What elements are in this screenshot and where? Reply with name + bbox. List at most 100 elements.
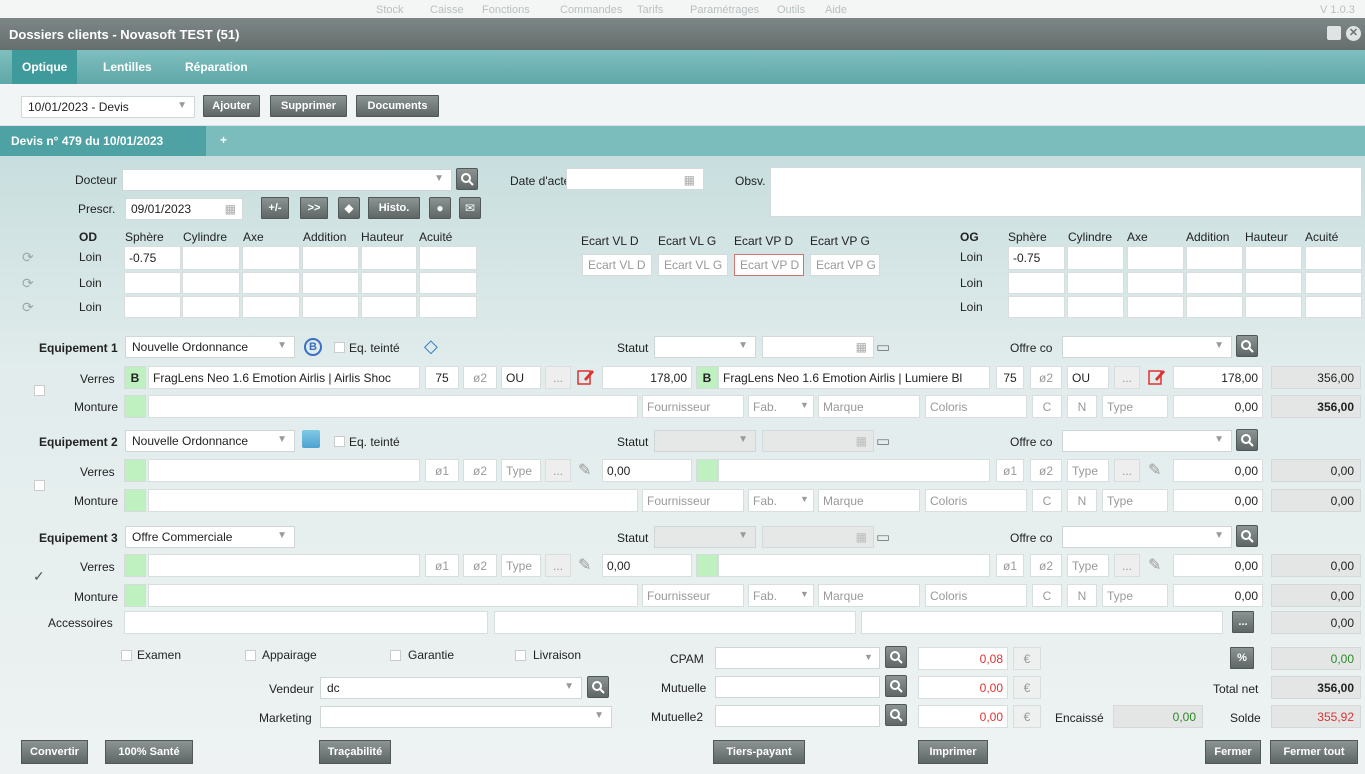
tab-devis-479[interactable]: Devis n° 479 du 10/01/2023 <box>0 126 206 156</box>
menu-tarifs[interactable]: Tarifs <box>637 4 663 16</box>
od-d1[interactable]: ø1 <box>425 554 459 577</box>
equip1-od-more[interactable]: ... <box>545 366 571 389</box>
equip1-od-price[interactable]: 178,00 <box>602 366 692 389</box>
og-acuite-input[interactable] <box>1305 246 1362 270</box>
od-hauteur-input[interactable] <box>361 272 417 294</box>
og-more[interactable]: ... <box>1114 459 1140 482</box>
od-type[interactable]: Type <box>501 554 541 577</box>
od-cylindre-input[interactable] <box>182 246 240 270</box>
fournisseur-input[interactable]: Fournisseur <box>642 489 744 512</box>
tab-optique[interactable]: Optique <box>12 50 78 84</box>
menu-outils[interactable]: Outils <box>777 4 805 16</box>
equip2-offre-select[interactable]: ▼ <box>1062 430 1232 452</box>
equip1-date-input[interactable]: ▦ <box>762 336 874 358</box>
n-input[interactable]: N <box>1067 489 1097 512</box>
menu-commandes[interactable]: Commandes <box>560 4 622 16</box>
equip1-offre-select[interactable]: ▼ <box>1062 336 1232 358</box>
og-addition-input[interactable] <box>1186 272 1243 294</box>
type-input[interactable]: Type <box>1102 584 1168 607</box>
comment-icon[interactable]: ● <box>429 197 451 219</box>
c-input[interactable]: C <box>1032 489 1062 512</box>
og-sphere-input[interactable] <box>1008 272 1065 294</box>
equip1-og-price[interactable]: 178,00 <box>1173 366 1263 389</box>
plus-minus-button[interactable]: +/- <box>261 197 289 219</box>
tiers-payant-button[interactable]: Tiers-payant <box>713 740 805 764</box>
edit-icon[interactable]: ✎ <box>1148 555 1161 575</box>
refresh-icon[interactable]: ⟳ <box>22 299 34 316</box>
coloris-input[interactable]: Coloris <box>925 584 1027 607</box>
marque-input[interactable]: Marque <box>818 584 920 607</box>
obsv-textarea[interactable] <box>770 167 1362 217</box>
od-more[interactable]: ... <box>545 554 571 577</box>
calendar-icon[interactable]: ▭ <box>876 528 890 546</box>
od-type[interactable]: Type <box>501 459 541 482</box>
od-more[interactable]: ... <box>545 459 571 482</box>
equip1-og-more[interactable]: ... <box>1114 366 1140 389</box>
od-acuite-input[interactable] <box>419 272 477 294</box>
minimize-icon[interactable] <box>1327 26 1341 40</box>
mail-icon[interactable]: ✉ <box>459 197 481 219</box>
equip3-statut-select[interactable]: ▼ <box>654 526 756 548</box>
og-type[interactable]: Type <box>1067 554 1109 577</box>
og-cylindre-input[interactable] <box>1067 246 1124 270</box>
menu-caisse[interactable]: Caisse <box>430 4 464 16</box>
accessoires-input-3[interactable] <box>861 611 1223 634</box>
equip1-select-checkbox[interactable] <box>34 385 45 396</box>
marketing-select[interactable]: ▼ <box>320 706 612 728</box>
fournisseur-input[interactable]: Fournisseur <box>642 584 744 607</box>
close-icon[interactable]: ✕ <box>1346 26 1361 41</box>
type-input[interactable]: Type <box>1102 395 1168 418</box>
edit-icon[interactable] <box>1148 368 1166 386</box>
supprimer-button[interactable]: Supprimer <box>270 95 347 117</box>
og-d1[interactable]: ø1 <box>996 554 1024 577</box>
fermer-button[interactable]: Fermer <box>1205 740 1261 764</box>
od-acuite-input[interactable] <box>419 296 477 318</box>
diamond-icon[interactable]: ◇ <box>424 337 438 355</box>
percent-button[interactable]: % <box>1230 647 1254 669</box>
og-cylindre-input[interactable] <box>1067 296 1124 318</box>
garantie-checkbox[interactable] <box>390 650 401 661</box>
og-d2[interactable]: ø2 <box>1030 459 1062 482</box>
calendar-icon[interactable]: ▦ <box>684 173 695 187</box>
od-cylindre-input[interactable] <box>182 272 240 294</box>
og-addition-input[interactable] <box>1186 296 1243 318</box>
equip1-select[interactable]: Nouvelle Ordonnance ▼ <box>125 336 295 358</box>
od-d1[interactable]: ø1 <box>425 459 459 482</box>
payer-amount[interactable]: 0,00 <box>918 676 1008 699</box>
equip1-monture-input[interactable] <box>148 395 638 418</box>
edit-icon[interactable]: ✎ <box>578 555 591 575</box>
accessoires-input-1[interactable] <box>124 611 488 634</box>
coloris-input[interactable]: Coloris <box>925 395 1027 418</box>
equip2-teinte-checkbox[interactable] <box>334 436 345 447</box>
calendar-icon[interactable]: ▦ <box>225 202 236 216</box>
equip3-select[interactable]: Offre Commerciale ▼ <box>125 526 295 548</box>
devis-select[interactable]: 10/01/2023 - Devis ▼ <box>21 96 195 118</box>
search-icon[interactable] <box>885 675 907 697</box>
od-hauteur-input[interactable] <box>361 296 417 318</box>
og-more[interactable]: ... <box>1114 554 1140 577</box>
od-cylindre-input[interactable] <box>182 296 240 318</box>
equip3-checkmark-icon[interactable]: ✓ <box>33 568 45 585</box>
calendar-icon[interactable]: ▦ <box>856 340 867 354</box>
eraser-icon[interactable]: ◆ <box>338 197 360 219</box>
od-price[interactable]: 0,00 <box>602 554 692 577</box>
refresh-icon[interactable]: ⟳ <box>22 275 34 292</box>
equip1-og-diam[interactable]: 75 <box>996 366 1024 389</box>
equip1-od-diam[interactable]: 75 <box>425 366 459 389</box>
equip1-og-lens[interactable]: FragLens Neo 1.6 Emotion Airlis | Lumier… <box>718 366 990 389</box>
og-acuite-input[interactable] <box>1305 272 1362 294</box>
equip1-og-type[interactable]: OU <box>1067 366 1109 389</box>
og-hauteur-input[interactable] <box>1245 272 1302 294</box>
examen-checkbox[interactable] <box>121 650 132 661</box>
eq-teinte-checkbox[interactable] <box>334 342 345 353</box>
menu-aide[interactable]: Aide <box>825 4 847 16</box>
prescr-date-input[interactable]: 09/01/2023 ▦ <box>125 198 243 220</box>
payer-select[interactable] <box>715 705 880 727</box>
monture-price[interactable]: 0,00 <box>1173 584 1263 607</box>
appairage-checkbox[interactable] <box>245 650 256 661</box>
brand-b-icon[interactable]: B <box>304 338 322 356</box>
od-lens[interactable] <box>148 554 420 577</box>
od-axe-input[interactable] <box>242 296 300 318</box>
payer-amount[interactable]: 0,00 <box>918 705 1008 728</box>
tint-icon[interactable] <box>302 430 320 448</box>
